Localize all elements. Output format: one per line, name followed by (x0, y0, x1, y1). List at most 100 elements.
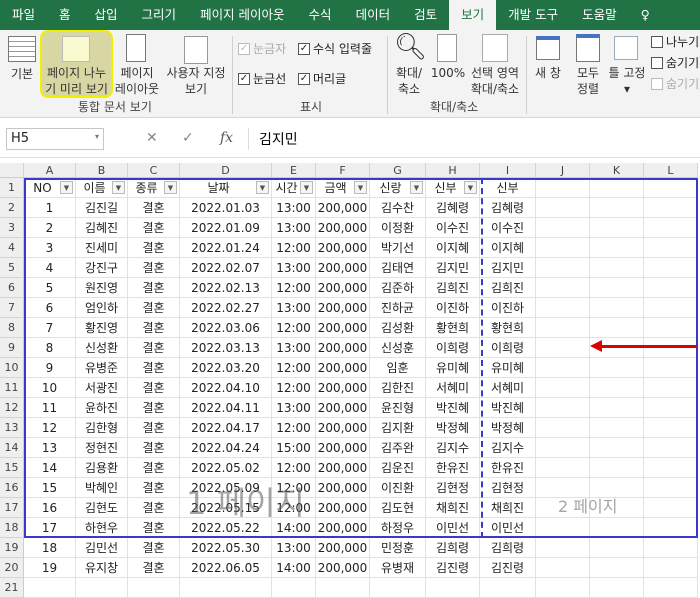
cell[interactable]: 11 (24, 398, 76, 418)
cell[interactable] (536, 498, 590, 518)
cell[interactable]: 13:00 (272, 398, 316, 418)
cell[interactable]: 2022.01.09 (180, 218, 272, 238)
cell[interactable] (644, 398, 698, 418)
filter-dropdown-icon[interactable]: ▼ (112, 181, 125, 194)
row-header[interactable]: 15 (0, 458, 24, 478)
cell[interactable]: 김지민 (480, 258, 536, 278)
cell[interactable]: 15 (24, 478, 76, 498)
cell[interactable]: 이진하 (426, 298, 480, 318)
dropdown-icon[interactable]: ▾ (95, 132, 99, 141)
tab-10[interactable]: 도움말 (570, 0, 629, 30)
cell[interactable] (590, 478, 644, 498)
header-cell[interactable]: 신랑 ▼ (370, 178, 426, 198)
cell[interactable] (536, 378, 590, 398)
cell[interactable]: 19 (24, 558, 76, 578)
cell[interactable]: 2022.05.30 (180, 538, 272, 558)
cell[interactable]: 결혼 (128, 458, 180, 478)
cell[interactable] (536, 218, 590, 238)
cell[interactable]: 13 (24, 438, 76, 458)
cell[interactable]: 2022.03.20 (180, 358, 272, 378)
filter-dropdown-icon[interactable]: ▼ (410, 181, 423, 194)
cell[interactable] (644, 358, 698, 378)
cell[interactable]: 2022.05.22 (180, 518, 272, 538)
cell[interactable]: 김한진 (370, 378, 426, 398)
cell[interactable]: 황진영 (76, 318, 128, 338)
cell[interactable]: 9 (24, 358, 76, 378)
page-layout-button[interactable]: 페이지 레이아웃 (114, 65, 160, 97)
cell[interactable]: 12:00 (272, 238, 316, 258)
cell[interactable]: 임훈 (370, 358, 426, 378)
cell[interactable]: 결혼 (128, 498, 180, 518)
cell[interactable]: 서혜미 (426, 378, 480, 398)
cell[interactable] (536, 458, 590, 478)
filter-dropdown-icon[interactable]: ▼ (256, 181, 269, 194)
column-header-D[interactable]: D (180, 163, 272, 178)
cell[interactable]: 윤하진 (76, 398, 128, 418)
cell[interactable]: 하정우 (370, 518, 426, 538)
cell[interactable] (536, 258, 590, 278)
cell[interactable]: 채희진 (480, 498, 536, 518)
filter-dropdown-icon[interactable]: ▼ (300, 181, 313, 194)
cell[interactable]: 이희령 (426, 338, 480, 358)
cell[interactable]: 200,000 (316, 458, 370, 478)
column-header-E[interactable]: E (272, 163, 316, 178)
cell[interactable]: 결혼 (128, 418, 180, 438)
cell[interactable]: 2022.05.02 (180, 458, 272, 478)
freeze-panes-button[interactable]: 틀 고정 ▾ (604, 65, 650, 97)
cell[interactable]: 200,000 (316, 398, 370, 418)
cell[interactable] (272, 578, 316, 598)
cell[interactable]: 2022.05.09 (180, 478, 272, 498)
cell[interactable]: 2022.02.13 (180, 278, 272, 298)
cell[interactable]: 김한형 (76, 418, 128, 438)
cell[interactable]: 14:00 (272, 558, 316, 578)
cell[interactable] (590, 218, 644, 238)
cell[interactable]: 2022.02.27 (180, 298, 272, 318)
cell[interactable] (536, 518, 590, 538)
tab-3[interactable]: 그리기 (130, 0, 189, 30)
cell[interactable] (644, 198, 698, 218)
unhide-button[interactable]: 숨기기 (651, 75, 699, 92)
cell[interactable] (76, 578, 128, 598)
cell[interactable] (536, 298, 590, 318)
cell[interactable]: 이지혜 (426, 238, 480, 258)
column-header-A[interactable]: A (24, 163, 76, 178)
cell[interactable]: 2 (24, 218, 76, 238)
cell[interactable]: 박진혜 (426, 398, 480, 418)
cell[interactable] (590, 458, 644, 478)
cancel-icon[interactable]: ✕ (146, 130, 158, 146)
cell[interactable]: 박정혜 (426, 418, 480, 438)
header-cell[interactable]: NO ▼ (24, 178, 76, 198)
column-header-L[interactable]: L (644, 163, 698, 178)
cell[interactable]: 박진혜 (480, 398, 536, 418)
cell[interactable]: 김진길 (76, 198, 128, 218)
cell[interactable]: 결혼 (128, 218, 180, 238)
cell[interactable] (644, 458, 698, 478)
normal-view-button[interactable]: 기본 (4, 66, 40, 82)
cell[interactable]: 김용환 (76, 458, 128, 478)
row-header[interactable]: 13 (0, 418, 24, 438)
cell[interactable]: 200,000 (316, 518, 370, 538)
cell[interactable]: 김현정 (426, 478, 480, 498)
new-window-button[interactable]: 새 창 (530, 65, 566, 81)
cell[interactable] (180, 578, 272, 598)
row-header[interactable]: 14 (0, 438, 24, 458)
cell[interactable]: 200,000 (316, 378, 370, 398)
cell[interactable]: 13:00 (272, 218, 316, 238)
cell[interactable]: 김지수 (426, 438, 480, 458)
cell[interactable]: 결혼 (128, 438, 180, 458)
cell[interactable] (644, 478, 698, 498)
cell[interactable]: 김진령 (426, 558, 480, 578)
cell[interactable]: 12:00 (272, 458, 316, 478)
cell[interactable] (590, 518, 644, 538)
tab-11[interactable]: ♀ (629, 0, 662, 30)
cell[interactable]: 유미혜 (480, 358, 536, 378)
cell[interactable]: 5 (24, 278, 76, 298)
cell[interactable]: 결혼 (128, 298, 180, 318)
cell[interactable]: 결혼 (128, 278, 180, 298)
cell[interactable]: 200,000 (316, 218, 370, 238)
cell[interactable]: 200,000 (316, 418, 370, 438)
cell[interactable] (590, 538, 644, 558)
row-header[interactable]: 2 (0, 198, 24, 218)
cell[interactable]: 12:00 (272, 498, 316, 518)
cell[interactable]: 김태연 (370, 258, 426, 278)
